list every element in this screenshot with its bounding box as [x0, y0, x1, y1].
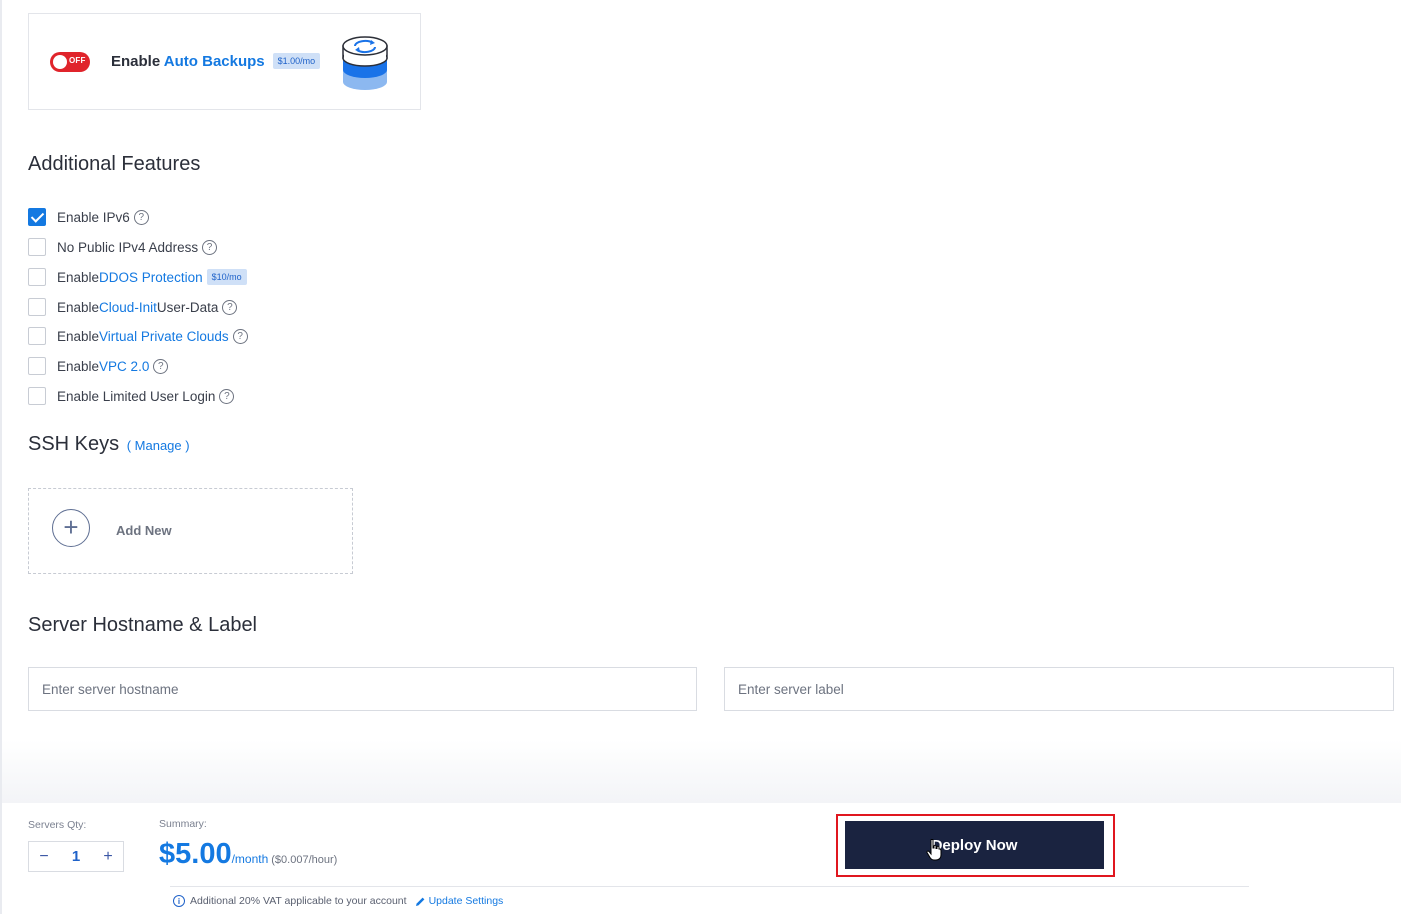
additional-features-heading: Additional Features	[28, 153, 201, 175]
hourly-price: ($0.007/hour)	[271, 854, 338, 866]
feature-checkbox[interactable]	[28, 238, 46, 256]
auto-backups-label-prefix: Enable	[111, 53, 164, 70]
help-icon[interactable]: ?	[219, 388, 235, 404]
summary-price: $5.00/month ($0.007/hour)	[159, 838, 337, 871]
feature-row[interactable]: Enable IPv6?	[28, 207, 149, 227]
toggle-state-label: OFF	[69, 56, 86, 65]
add-new-ssh-key-button[interactable]: + Add New	[28, 488, 353, 574]
feature-row[interactable]: Enable Virtual Private Clouds?	[28, 326, 248, 346]
auto-backups-link[interactable]: Auto Backups	[164, 53, 265, 70]
add-new-label: Add New	[116, 523, 172, 538]
feature-row[interactable]: Enable VPC 2.0?	[28, 356, 169, 376]
ssh-keys-heading: SSH Keys ( Manage )	[28, 433, 190, 456]
server-hostname-input[interactable]	[28, 667, 697, 711]
help-icon[interactable]: ?	[153, 358, 169, 374]
summary-label: Summary:	[159, 818, 207, 830]
hand-cursor-icon	[926, 839, 942, 861]
manage-ssh-keys-link[interactable]: ( Manage )	[127, 438, 190, 453]
auto-backups-toggle[interactable]: OFF	[50, 52, 90, 72]
feature-checkbox[interactable]	[28, 298, 46, 316]
feature-row[interactable]: Enable Cloud-Init User-Data?	[28, 297, 238, 317]
servers-qty-stepper: − 1 +	[28, 841, 124, 872]
feature-label-suffix: User-Data	[156, 299, 219, 315]
info-icon: i	[173, 895, 185, 907]
update-settings-text: Update Settings	[428, 895, 504, 907]
feature-label: Enable	[57, 328, 100, 344]
feature-row[interactable]: No Public IPv4 Address?	[28, 237, 218, 257]
help-icon[interactable]: ?	[133, 209, 149, 225]
server-label-input[interactable]	[724, 667, 1394, 711]
feature-link[interactable]: Virtual Private Clouds	[99, 329, 229, 344]
feature-row[interactable]: Enable DDOS Protection $10/mo	[28, 267, 247, 287]
footer-divider	[170, 886, 1249, 887]
deploy-now-button[interactable]: Deploy Now	[845, 821, 1104, 869]
feature-label: Enable Limited User Login	[57, 388, 216, 404]
auto-backups-label: Enable Auto Backups $1.00/mo	[111, 53, 321, 70]
feature-label: Enable	[57, 269, 100, 285]
vat-note-text: Additional 20% VAT applicable to your ac…	[190, 895, 407, 907]
feature-label: Enable	[57, 299, 100, 315]
servers-qty-label: Servers Qty:	[28, 819, 87, 831]
backup-sync-icon	[342, 36, 388, 90]
feature-checkbox[interactable]	[28, 268, 46, 286]
vat-notice: i Additional 20% VAT applicable to your …	[173, 895, 503, 907]
feature-checkbox[interactable]	[28, 208, 46, 226]
hostname-label-heading: Server Hostname & Label	[28, 614, 258, 636]
deploy-highlight-frame: Deploy Now	[836, 814, 1115, 877]
monthly-price: $5.00	[159, 838, 232, 870]
help-icon[interactable]: ?	[202, 239, 218, 255]
feature-link[interactable]: DDOS Protection	[99, 270, 203, 285]
plus-circle-icon: +	[52, 509, 90, 547]
help-icon[interactable]: ?	[232, 328, 248, 344]
feature-label: Enable IPv6	[57, 209, 130, 225]
qty-decrement-button[interactable]: −	[29, 848, 59, 866]
feature-label: Enable	[57, 358, 100, 374]
deploy-footer: Servers Qty: − 1 + Summary: $5.00/month(…	[2, 803, 1401, 914]
qty-increment-button[interactable]: +	[93, 848, 123, 866]
update-settings-link[interactable]: Update Settings	[415, 895, 504, 907]
auto-backups-price-badge: $1.00/mo	[272, 53, 321, 69]
feature-checkbox[interactable]	[28, 387, 46, 405]
qty-value[interactable]: 1	[59, 848, 93, 865]
feature-link[interactable]: VPC 2.0	[99, 359, 149, 374]
auto-backups-card: OFF Enable Auto Backups $1.00/mo	[28, 13, 421, 110]
feature-checkbox[interactable]	[28, 327, 46, 345]
toggle-knob	[53, 55, 67, 69]
feature-row[interactable]: Enable Limited User Login?	[28, 386, 235, 406]
footer-shadow	[2, 740, 1401, 803]
feature-label: No Public IPv4 Address	[57, 239, 199, 255]
per-month-label: /month	[231, 852, 269, 866]
feature-checkbox[interactable]	[28, 357, 46, 375]
feature-link[interactable]: Cloud-Init	[99, 300, 157, 315]
help-icon[interactable]: ?	[222, 299, 238, 315]
pencil-icon	[415, 897, 424, 906]
feature-price-badge: $10/mo	[206, 269, 247, 285]
ssh-keys-title: SSH Keys	[28, 433, 120, 455]
